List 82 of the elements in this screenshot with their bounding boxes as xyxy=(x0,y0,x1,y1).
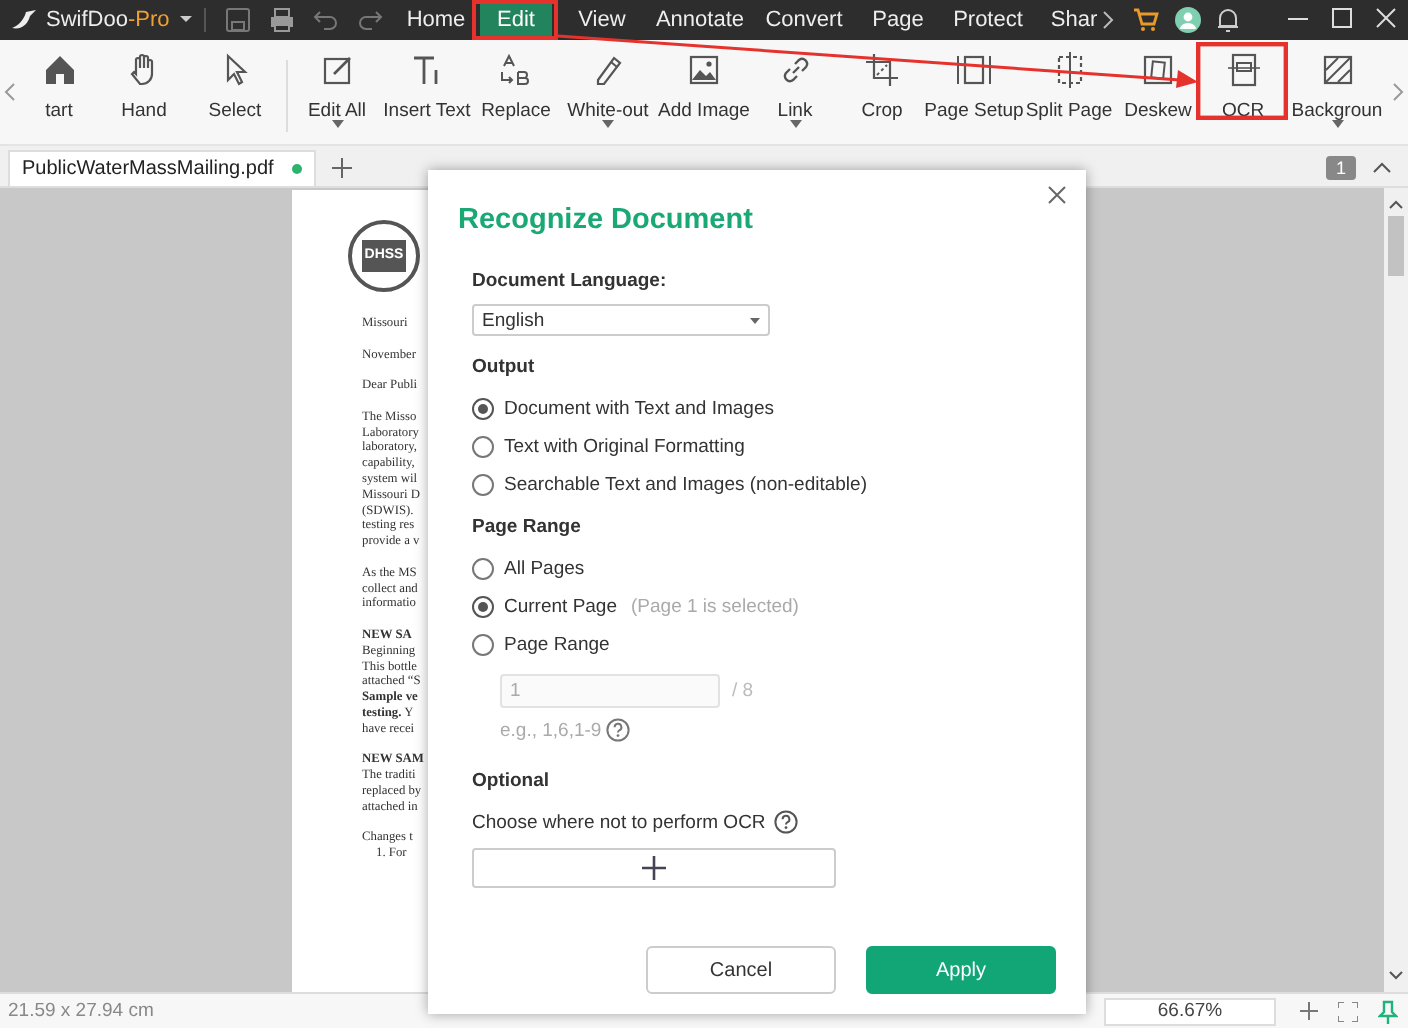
highlight-box xyxy=(1196,42,1288,120)
file-tab[interactable]: PublicWaterMassMailing.pdf xyxy=(8,150,316,186)
menu-tab[interactable]: Convert xyxy=(756,0,852,40)
toolbar-button[interactable]: Crop xyxy=(838,40,926,144)
menu-tab[interactable]: Page xyxy=(860,0,936,40)
close-icon[interactable] xyxy=(1048,186,1066,204)
redo-icon[interactable] xyxy=(355,6,384,34)
menu-tab[interactable]: Protect xyxy=(944,0,1032,40)
toolbar-button[interactable]: White-out xyxy=(560,40,656,144)
bell-icon[interactable] xyxy=(1214,6,1242,34)
toolbar-button[interactable]: Split Page xyxy=(1022,40,1116,144)
save-icon[interactable] xyxy=(223,6,252,34)
plus-icon xyxy=(642,856,666,880)
toolbar-button[interactable]: Edit All xyxy=(292,40,382,144)
scroll-thumb[interactable] xyxy=(1388,216,1404,276)
toolbar-button[interactable]: Page Setup xyxy=(926,40,1022,144)
app-name: SwifDoo-Pro xyxy=(46,8,170,32)
chevron-left-icon[interactable] xyxy=(4,82,16,102)
undo-icon[interactable] xyxy=(311,6,340,34)
toolbar-button[interactable]: Hand xyxy=(98,40,190,144)
language-dropdown[interactable]: English xyxy=(472,304,770,336)
ocr-icon xyxy=(1223,50,1263,90)
page-note: (Page 1 is selected) xyxy=(631,595,799,617)
scrollbar[interactable] xyxy=(1384,188,1408,992)
radio-option[interactable]: Text with Original Formatting xyxy=(472,434,745,458)
zoom-field[interactable]: 66.67% xyxy=(1104,997,1276,1025)
scroll-up-icon[interactable] xyxy=(1388,198,1404,210)
maximize-icon[interactable] xyxy=(1330,6,1354,34)
menu-tab[interactable]: Shar xyxy=(1048,0,1100,40)
bird-logo-icon xyxy=(10,8,38,32)
image-icon xyxy=(684,50,724,90)
caret-icon xyxy=(750,317,760,323)
radio-icon[interactable] xyxy=(472,557,494,579)
menu-tab[interactable]: View xyxy=(564,0,640,40)
toolbar-button[interactable]: Link xyxy=(752,40,838,144)
print-icon[interactable] xyxy=(267,6,296,34)
section-label: Optional xyxy=(472,770,550,794)
radio-icon[interactable] xyxy=(472,595,494,617)
help-icon[interactable] xyxy=(773,810,798,834)
range-hint: e.g., 1,6,1-9 xyxy=(500,719,602,741)
radio-icon[interactable] xyxy=(472,397,494,419)
caret-icon[interactable] xyxy=(177,14,194,26)
highlight-box xyxy=(472,0,558,40)
chevron-up-icon[interactable] xyxy=(1372,162,1392,174)
page-setup-icon xyxy=(954,50,994,90)
dialog-title: Recognize Document xyxy=(458,202,753,238)
radio-option[interactable]: Page Range xyxy=(472,632,610,656)
chevron-right-icon[interactable] xyxy=(1100,8,1116,32)
toolbar-button[interactable]: tart xyxy=(20,40,98,144)
zoom-in-icon[interactable] xyxy=(1300,1002,1318,1020)
toolbar-button[interactable]: Replace xyxy=(472,40,560,144)
crop-icon xyxy=(862,50,902,90)
toolbar-button[interactable]: Add Image xyxy=(656,40,752,144)
fit-page-icon[interactable] xyxy=(1338,1001,1358,1021)
radio-icon[interactable] xyxy=(472,633,494,655)
menu-tab[interactable]: Home xyxy=(400,0,472,40)
menu-tab[interactable]: Annotate xyxy=(648,0,752,40)
toolbar-button[interactable]: OCR xyxy=(1200,40,1286,144)
toolbar-button[interactable]: Backgroun xyxy=(1286,40,1388,144)
page-size-text: 21.59 x 27.94 cm xyxy=(8,1000,154,1022)
cart-icon[interactable] xyxy=(1132,6,1160,34)
toolbar-button[interactable]: Deskew xyxy=(1116,40,1200,144)
help-icon[interactable] xyxy=(605,718,630,742)
field-label: Document Language: xyxy=(472,270,667,294)
page-number-badge: 1 xyxy=(1325,156,1356,180)
radio-option[interactable]: Document with Text and Images xyxy=(472,396,775,420)
plus-icon[interactable] xyxy=(331,158,352,178)
scroll-down-icon[interactable] xyxy=(1388,970,1404,982)
radio-icon[interactable] xyxy=(472,473,494,495)
toolbar-button[interactable]: Insert Text xyxy=(382,40,472,144)
radio-option[interactable]: All Pages xyxy=(472,556,585,580)
deskew-icon xyxy=(1138,50,1178,90)
section-label: Page Range xyxy=(472,516,581,540)
section-label: Output xyxy=(472,356,535,380)
radio-icon[interactable] xyxy=(472,435,494,457)
field-label: Choose where not to perform OCR xyxy=(472,811,766,833)
toolbar-button[interactable]: Select xyxy=(190,40,280,144)
radio-option[interactable]: Searchable Text and Images (non-editable) xyxy=(472,472,867,496)
avatar-icon[interactable] xyxy=(1174,6,1202,34)
page-total: / 8 xyxy=(732,680,754,702)
radio-option[interactable]: Current Page (Page 1 is selected) xyxy=(472,594,799,618)
cancel-button[interactable]: Cancel xyxy=(646,946,836,994)
